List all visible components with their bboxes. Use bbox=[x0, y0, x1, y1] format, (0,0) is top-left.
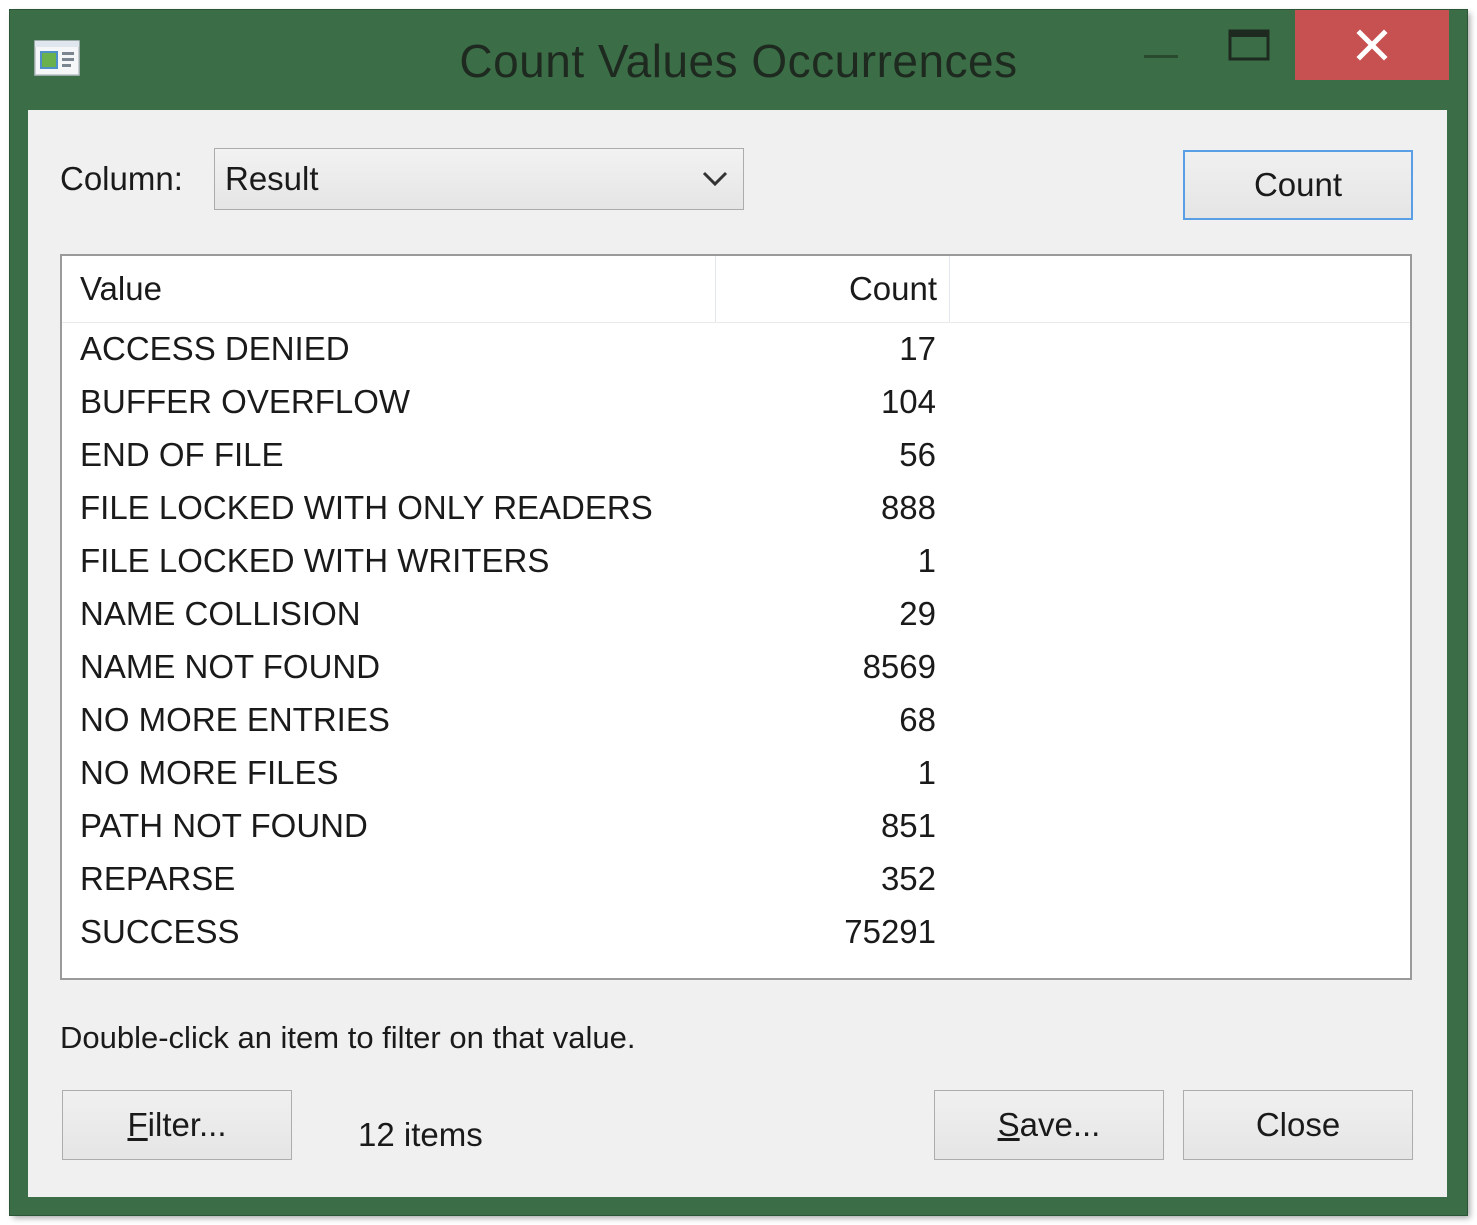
close-icon bbox=[1356, 29, 1388, 61]
table-row[interactable]: NAME NOT FOUND 8569 bbox=[62, 640, 1410, 693]
dialog-window: Count Values Occurrences Column: Result bbox=[10, 10, 1467, 1215]
row-value: PATH NOT FOUND bbox=[80, 806, 368, 844]
row-count: 29 bbox=[899, 594, 936, 632]
table-row[interactable]: END OF FILE 56 bbox=[62, 428, 1410, 481]
row-count: 56 bbox=[899, 435, 936, 473]
row-count: 17 bbox=[899, 329, 936, 367]
row-count: 1 bbox=[917, 753, 936, 791]
title-bar[interactable]: Count Values Occurrences bbox=[10, 10, 1467, 110]
close-button[interactable]: Close bbox=[1183, 1090, 1413, 1160]
hint-text: Double-click an item to filter on that v… bbox=[60, 1020, 636, 1055]
filter-button[interactable]: Filter... bbox=[62, 1090, 292, 1160]
table-row[interactable]: PATH NOT FOUND 851 bbox=[62, 799, 1410, 852]
list-rows: ACCESS DENIED 17 BUFFER OVERFLOW 104 END OF … bbox=[62, 322, 1410, 958]
row-value: END OF FILE bbox=[80, 435, 284, 473]
row-value: NAME COLLISION bbox=[80, 594, 361, 632]
row-value: ACCESS DENIED bbox=[80, 329, 350, 367]
table-row[interactable]: FILE LOCKED WITH ONLY READERS 888 bbox=[62, 481, 1410, 534]
count-button-label: Count bbox=[1253, 166, 1343, 203]
column-label: Column: bbox=[60, 160, 183, 197]
values-list[interactable]: Value Count ACCESS DENIED 17 BUFFER OVERFL… bbox=[60, 254, 1412, 980]
maximize-icon bbox=[1228, 29, 1270, 61]
row-count: 104 bbox=[880, 382, 936, 420]
save-button[interactable]: Save... bbox=[934, 1090, 1164, 1160]
minimize-icon bbox=[1144, 55, 1178, 58]
items-count: 12 items bbox=[358, 1116, 483, 1153]
column-dropdown-value: Result bbox=[225, 160, 319, 197]
row-count: 1 bbox=[917, 541, 936, 579]
row-count: 68 bbox=[899, 700, 936, 738]
row-value: FILE LOCKED WITH WRITERS bbox=[80, 541, 550, 579]
table-row[interactable]: BUFFER OVERFLOW 104 bbox=[62, 375, 1410, 428]
chevron-down-icon bbox=[702, 171, 728, 187]
column-header-value[interactable]: Value bbox=[62, 256, 716, 322]
row-value: NAME NOT FOUND bbox=[80, 647, 381, 685]
row-count: 888 bbox=[880, 488, 936, 526]
row-value: SUCCESS bbox=[80, 912, 240, 950]
list-header: Value Count bbox=[62, 256, 1410, 323]
row-value: REPARSE bbox=[80, 859, 236, 897]
table-row[interactable]: SUCCESS 75291 bbox=[62, 905, 1410, 958]
row-value: NO MORE FILES bbox=[80, 753, 339, 791]
table-row[interactable]: FILE LOCKED WITH WRITERS 1 bbox=[62, 534, 1410, 587]
table-row[interactable]: NAME COLLISION 29 bbox=[62, 587, 1410, 640]
row-value: BUFFER OVERFLOW bbox=[80, 382, 411, 420]
close-window-button[interactable] bbox=[1295, 10, 1449, 80]
column-dropdown[interactable]: Result bbox=[214, 148, 744, 210]
row-count: 8569 bbox=[862, 647, 936, 685]
row-count: 851 bbox=[880, 806, 936, 844]
row-value: FILE LOCKED WITH ONLY READERS bbox=[80, 488, 653, 526]
maximize-button[interactable] bbox=[1220, 10, 1278, 80]
row-value: NO MORE ENTRIES bbox=[80, 700, 390, 738]
close-button-label: Close bbox=[1255, 1106, 1341, 1143]
count-button[interactable]: Count bbox=[1183, 150, 1413, 220]
table-row[interactable]: REPARSE 352 bbox=[62, 852, 1410, 905]
table-row[interactable]: ACCESS DENIED 17 bbox=[62, 322, 1410, 375]
table-row[interactable]: NO MORE ENTRIES 68 bbox=[62, 693, 1410, 746]
table-row[interactable]: NO MORE FILES 1 bbox=[62, 746, 1410, 799]
minimize-button[interactable] bbox=[1132, 10, 1192, 80]
dialog-client-area: Column: Result Count Value Count ACCESS … bbox=[28, 110, 1447, 1197]
filter-button-label: Filter... bbox=[127, 1106, 227, 1143]
row-count: 352 bbox=[880, 859, 936, 897]
row-count: 75291 bbox=[844, 912, 936, 950]
column-header-count[interactable]: Count bbox=[716, 256, 950, 322]
save-button-label: Save... bbox=[997, 1106, 1101, 1143]
